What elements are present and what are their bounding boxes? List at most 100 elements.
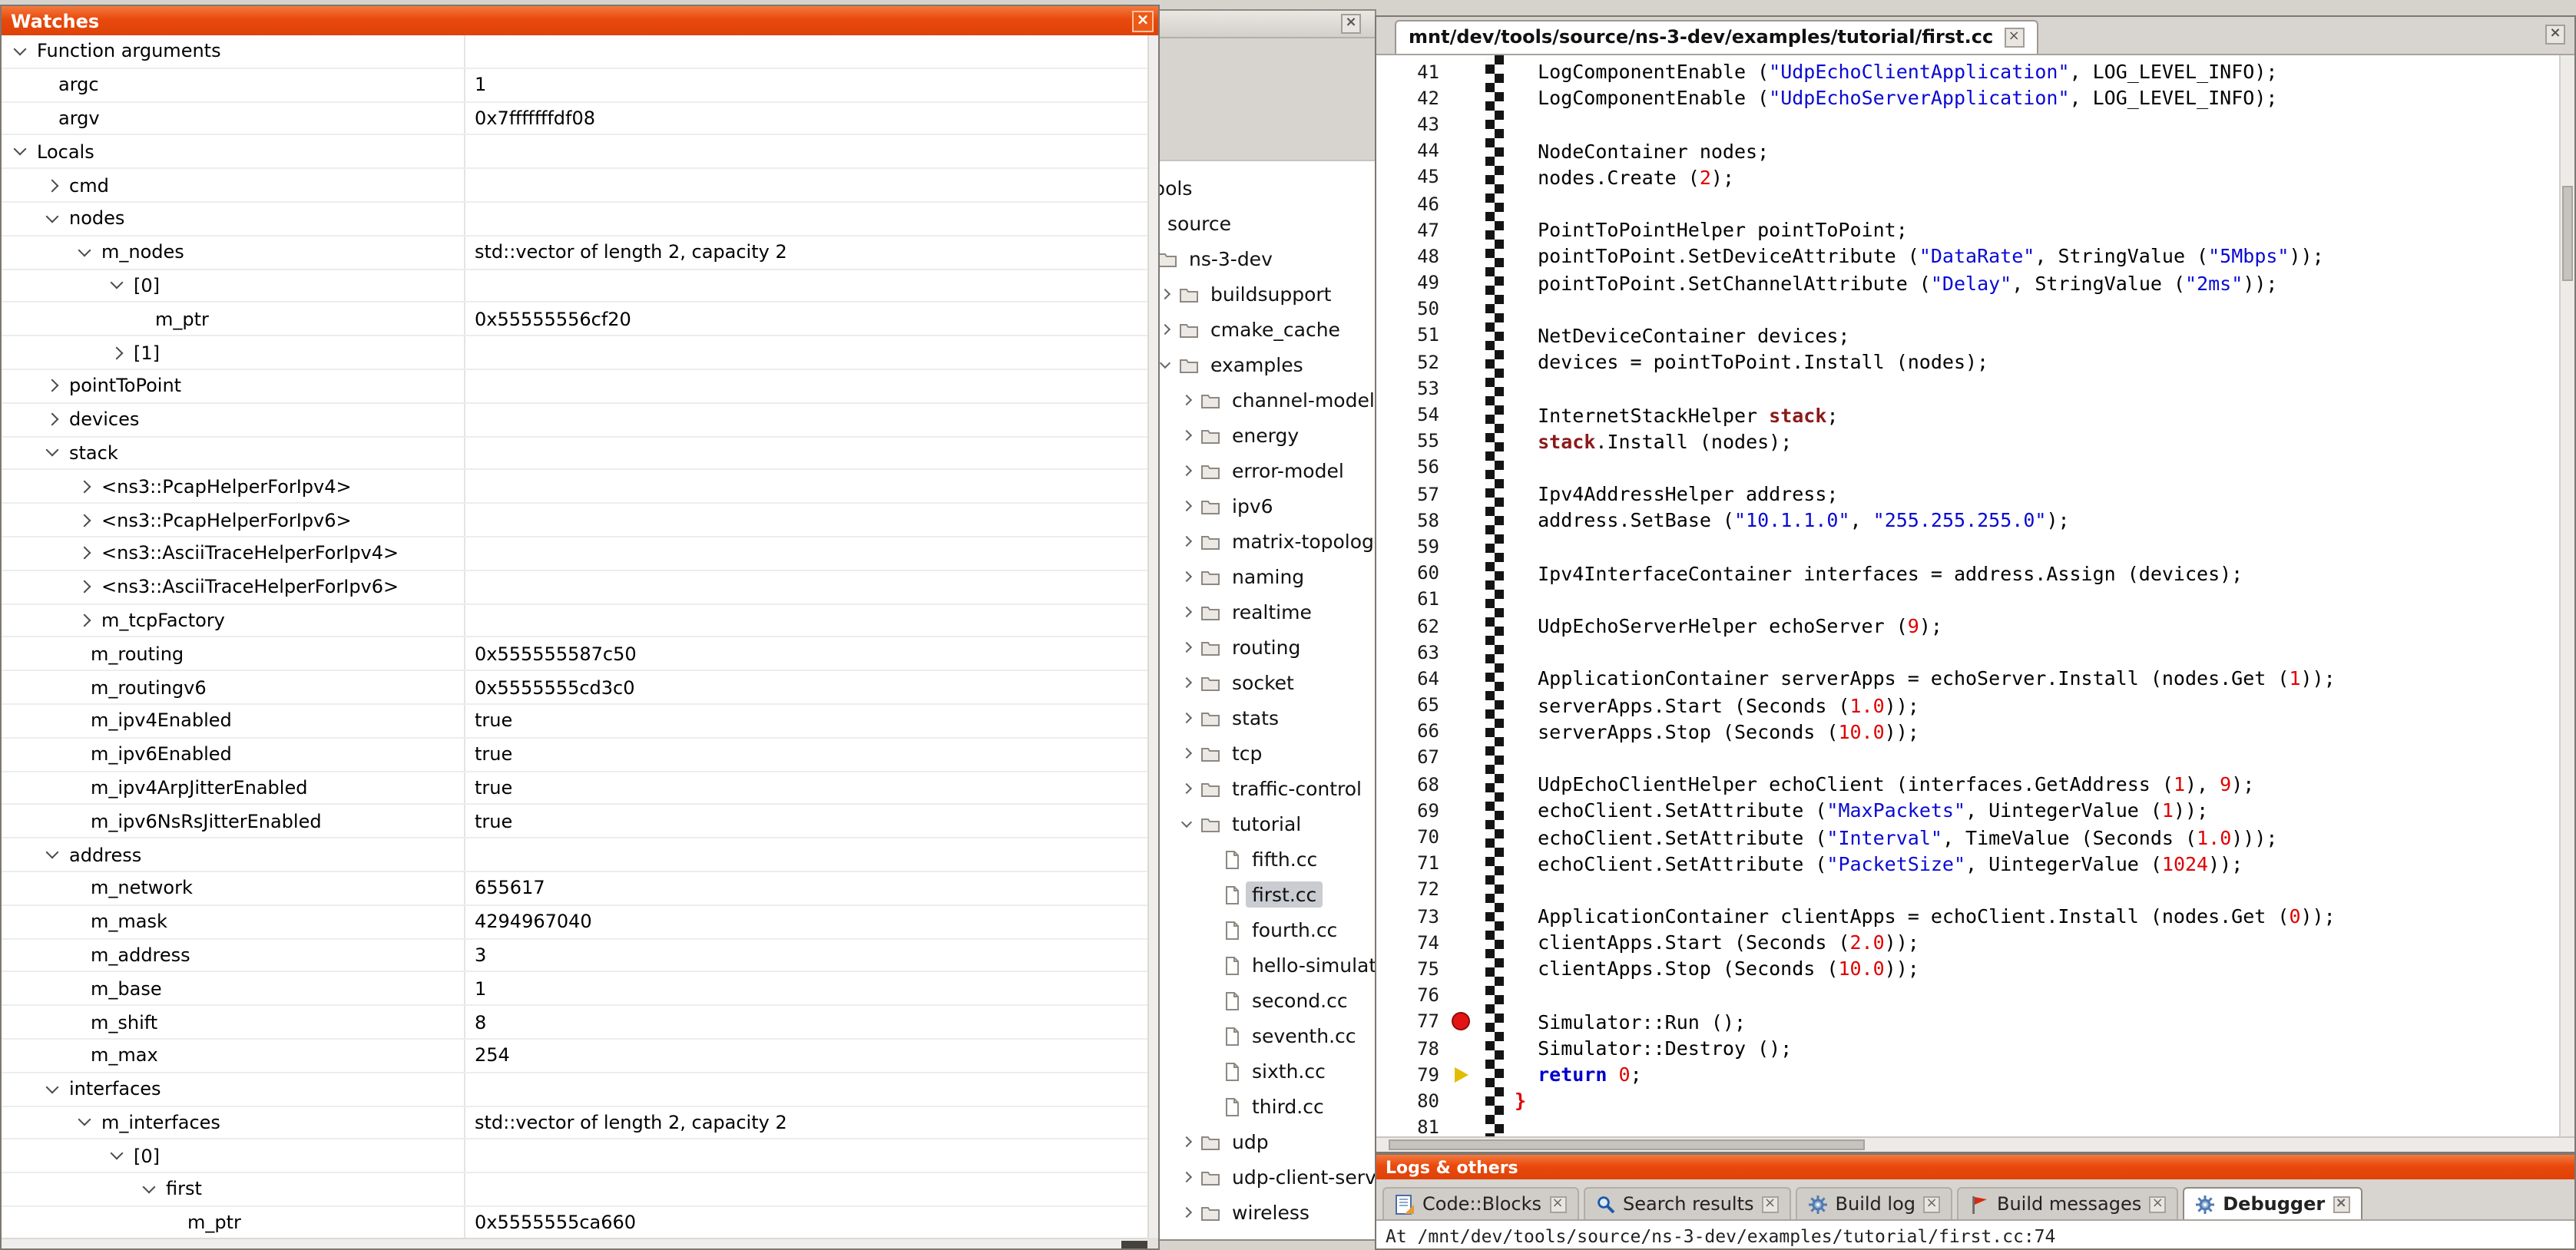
breakpoint-margin[interactable] (1452, 507, 1473, 533)
watch-row[interactable]: Function arguments (2, 35, 1147, 69)
tree-item-routing[interactable]: routing (1183, 630, 1306, 665)
tree-item-error-model[interactable]: error-model (1183, 453, 1350, 488)
chevron-down-icon[interactable] (78, 1113, 91, 1126)
tree-item-second-cc[interactable]: second.cc (1204, 983, 1354, 1018)
breakpoint-margin[interactable] (1452, 877, 1473, 903)
breakpoint-margin[interactable] (1452, 903, 1473, 929)
chevron-right-icon[interactable] (1181, 536, 1192, 547)
watch-row[interactable]: m_tcpFactory (2, 604, 1147, 638)
code-editor[interactable]: 41 LogComponentEnable ("UdpEchoClientApp… (1376, 55, 2574, 1136)
chevron-down-icon[interactable] (14, 42, 27, 55)
chevron-right-icon[interactable] (1181, 1172, 1192, 1182)
chevron-down-icon[interactable] (46, 1080, 59, 1093)
watch-row[interactable]: m_ipv4Enabledtrue (2, 705, 1147, 739)
tree-item-matrix-topology[interactable]: matrix-topology (1183, 524, 1375, 559)
chevron-right-icon[interactable] (1181, 607, 1192, 617)
tab-build-messages[interactable]: Build messages× (1957, 1187, 2178, 1219)
breakpoint-margin[interactable] (1452, 84, 1473, 111)
breakpoint-margin[interactable] (1452, 111, 1473, 137)
tree-item-ipv6[interactable]: ipv6 (1183, 488, 1280, 524)
chevron-right-icon[interactable] (1181, 571, 1192, 582)
watch-row[interactable]: Locals (2, 136, 1147, 170)
watch-row[interactable]: argv0x7fffffffdf08 (2, 102, 1147, 136)
tree-item-seventh-cc[interactable]: seventh.cc (1204, 1018, 1362, 1053)
breakpoint-margin[interactable] (1452, 164, 1473, 190)
chevron-down-icon[interactable] (111, 1147, 124, 1160)
breakpoint-margin[interactable] (1452, 1035, 1473, 1061)
chevron-down-icon[interactable] (1181, 816, 1192, 827)
watch-row[interactable]: <ns3::PcapHelperForIpv6> (2, 504, 1147, 537)
chevron-down-icon[interactable] (1160, 357, 1170, 368)
tree-item-tcp[interactable]: tcp (1183, 736, 1268, 771)
watches-horizontal-scrollbar[interactable] (2, 1238, 1147, 1248)
scrollbar-thumb[interactable] (1121, 1241, 1147, 1248)
watch-row[interactable]: m_base1 (2, 973, 1147, 1007)
chevron-right-icon[interactable] (1181, 465, 1192, 476)
close-icon[interactable]: × (1132, 10, 1154, 31)
scrollbar-thumb[interactable] (1389, 1139, 1865, 1150)
chevron-right-icon[interactable] (1181, 677, 1192, 688)
editor-tabbar[interactable]: mnt/dev/tools/source/ns-3-dev/examples/t… (1376, 17, 2574, 55)
editor-vertical-scrollbar[interactable] (2559, 55, 2574, 1136)
fold-margin[interactable] (1485, 55, 1504, 1136)
tree-item-examples[interactable]: examples (1161, 347, 1310, 382)
watch-row[interactable]: m_ptr0x55555556cf20 (2, 303, 1147, 337)
watch-row[interactable]: m_routingv60x5555555cd3c0 (2, 671, 1147, 705)
breakpoint-margin[interactable] (1452, 455, 1473, 481)
watch-row[interactable]: <ns3::AsciiTraceHelperForIpv4> (2, 537, 1147, 571)
breakpoint-margin[interactable] (1452, 745, 1473, 771)
chevron-down-icon[interactable] (46, 210, 59, 223)
tree-item-udp[interactable]: udp (1183, 1124, 1275, 1159)
tree-item-tutorial[interactable]: tutorial (1183, 806, 1307, 842)
chevron-right-icon[interactable] (1181, 395, 1192, 405)
tree-item-realtime[interactable]: realtime (1183, 594, 1318, 630)
breakpoint-margin[interactable] (1452, 639, 1473, 665)
tree-item-cmake-cache[interactable]: cmake_cache (1161, 312, 1346, 347)
chevron-right-icon[interactable] (46, 379, 59, 392)
chevron-down-icon[interactable] (14, 143, 27, 156)
tree-item-stats[interactable]: stats (1183, 700, 1285, 736)
chevron-down-icon[interactable] (46, 846, 59, 859)
watch-row[interactable]: m_mask4294967040 (2, 905, 1147, 939)
close-icon[interactable]: × (2333, 1195, 2349, 1212)
breakpoint-margin[interactable] (1452, 1088, 1473, 1114)
close-icon[interactable]: × (2545, 25, 2565, 45)
logs-tabbar[interactable]: Code::Blocks×Search results×Build log×Bu… (1376, 1179, 2574, 1221)
chevron-down-icon[interactable] (143, 1180, 156, 1193)
watch-row[interactable]: m_address3 (2, 939, 1147, 973)
breakpoint-margin[interactable] (1452, 771, 1473, 797)
scrollbar-thumb[interactable] (2562, 186, 2573, 281)
watch-row[interactable]: devices (2, 404, 1147, 438)
tree-item-buildsupport[interactable]: buildsupport (1161, 276, 1337, 312)
chevron-right-icon[interactable] (1160, 324, 1170, 335)
breakpoint-margin[interactable] (1452, 1114, 1473, 1136)
tree-item-ns-3-dev[interactable]: ns-3-dev (1140, 241, 1279, 276)
breakpoint-margin[interactable] (1452, 481, 1473, 507)
breakpoint-margin[interactable] (1452, 137, 1473, 164)
breakpoint-margin[interactable] (1452, 1061, 1473, 1087)
breakpoint-margin[interactable] (1452, 587, 1473, 613)
tab-code-blocks[interactable]: Code::Blocks× (1382, 1187, 1578, 1219)
watch-row[interactable]: [0] (2, 1140, 1147, 1174)
breakpoint-margin[interactable] (1452, 613, 1473, 639)
close-icon[interactable]: × (2004, 27, 2024, 47)
breakpoint-margin[interactable] (1452, 58, 1473, 84)
chevron-down-icon[interactable] (111, 276, 124, 289)
watch-row[interactable]: [1] (2, 336, 1147, 370)
tree-item-traffic-control[interactable]: traffic-control (1183, 771, 1368, 806)
watch-row[interactable]: interfaces (2, 1073, 1147, 1106)
close-icon[interactable]: × (1549, 1195, 1566, 1212)
breakpoint-margin[interactable] (1452, 190, 1473, 217)
watch-row[interactable]: m_routing0x555555587c50 (2, 638, 1147, 672)
breakpoint-margin[interactable] (1452, 217, 1473, 243)
tree-item-third-cc[interactable]: third.cc (1204, 1089, 1330, 1124)
watch-row[interactable]: [0] (2, 270, 1147, 303)
watch-row[interactable]: m_ipv6NsRsJitterEnabledtrue (2, 805, 1147, 839)
breakpoint-margin[interactable] (1452, 718, 1473, 744)
breakpoint-margin[interactable] (1452, 798, 1473, 824)
chevron-right-icon[interactable] (78, 547, 91, 560)
chevron-right-icon[interactable] (1181, 713, 1192, 723)
tree-item-wireless[interactable]: wireless (1183, 1195, 1316, 1230)
breakpoint-margin[interactable] (1452, 850, 1473, 876)
breakpoint-margin[interactable] (1452, 349, 1473, 375)
